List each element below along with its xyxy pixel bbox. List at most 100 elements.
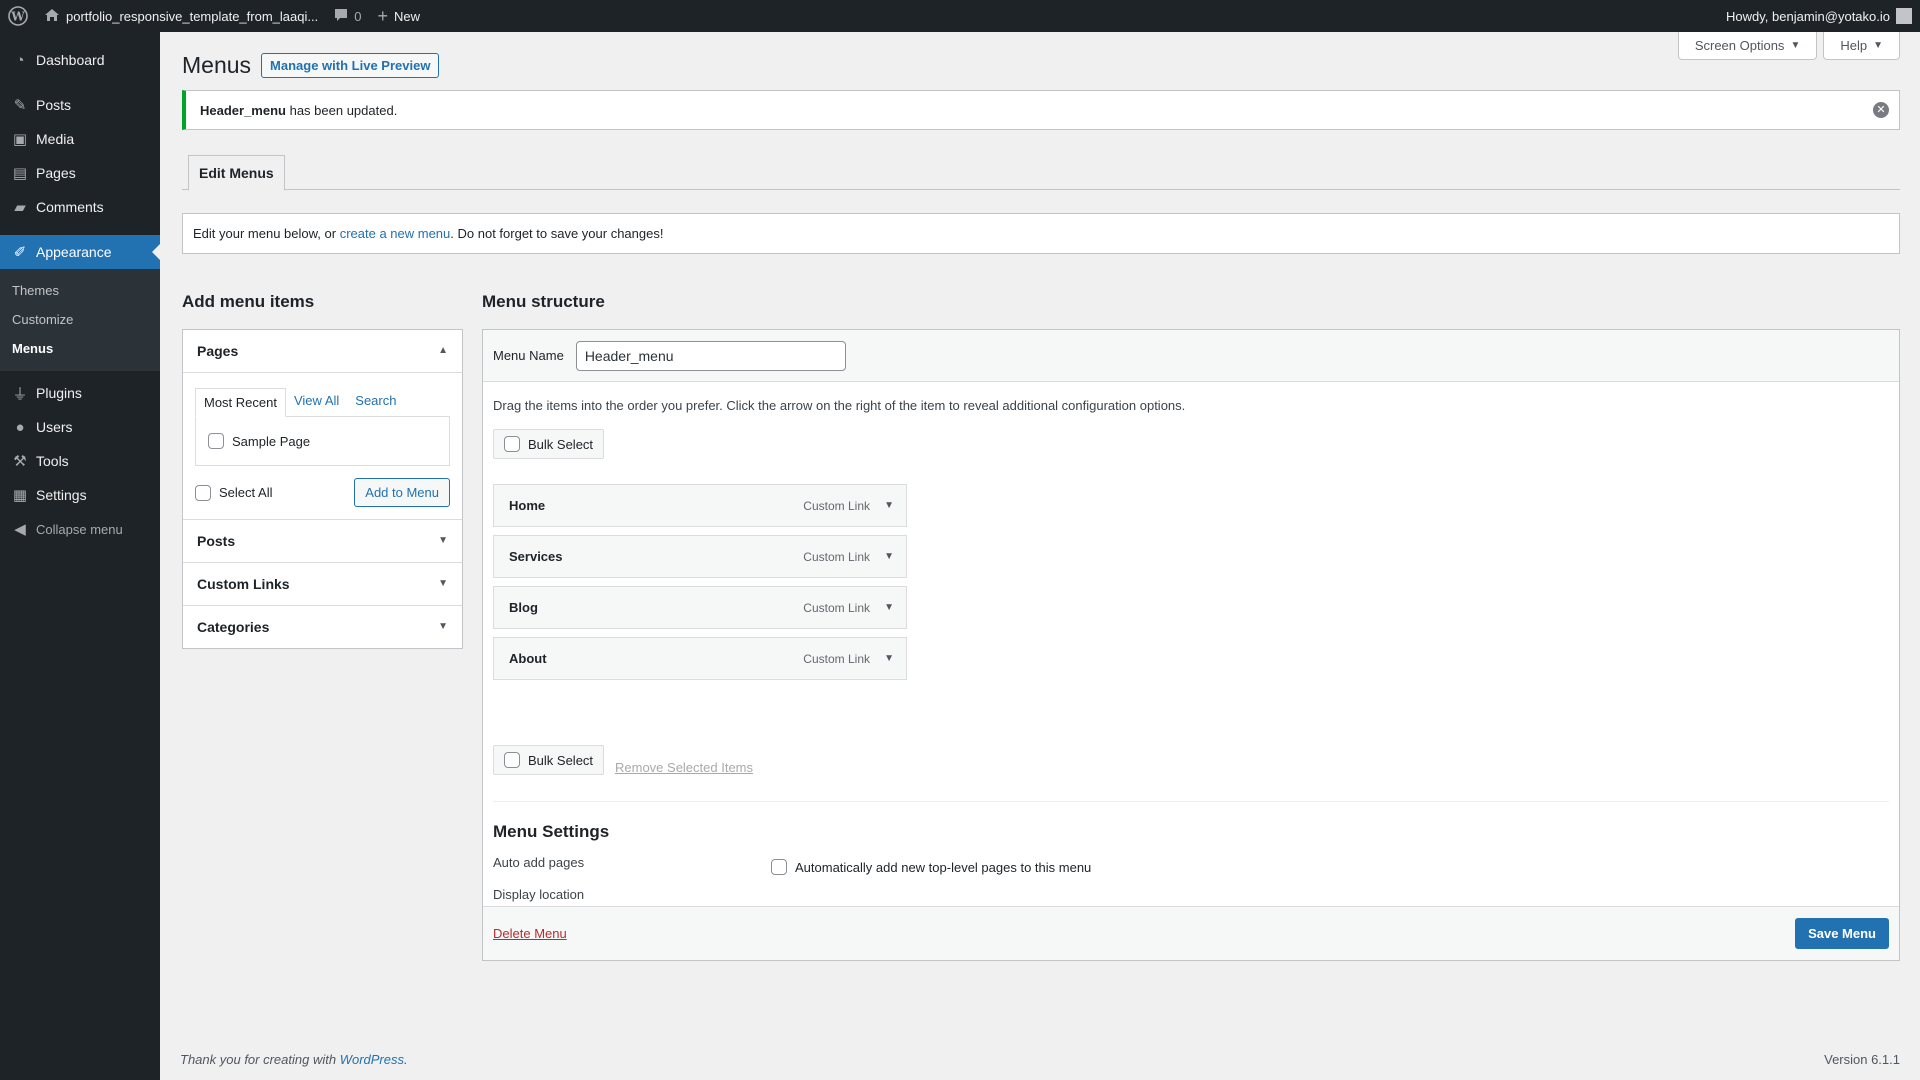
menu-item-about[interactable]: About Custom Link ▼ xyxy=(493,637,907,680)
menu-settings-title: Menu Settings xyxy=(493,822,610,841)
drag-instructions: Drag the items into the order you prefer… xyxy=(493,398,1186,413)
submenu-item-menus[interactable]: Menus xyxy=(0,334,160,363)
caret-down-icon: ▼ xyxy=(438,621,448,632)
remove-selected-items-link[interactable]: Remove Selected Items xyxy=(615,760,753,775)
select-all: Select All xyxy=(195,484,272,501)
sidebar-item-plugins[interactable]: ⏚ Plugins xyxy=(0,376,160,410)
custom-links-section-toggle[interactable]: Custom Links ▼ xyxy=(183,563,462,605)
comment-bubble-icon xyxy=(334,8,348,25)
admin-sidebar: ◔ Dashboard ✎ Posts ▣ Media ▤ Pages ▰ Co… xyxy=(0,32,160,1080)
caret-down-icon[interactable]: ▼ xyxy=(884,653,894,664)
sidebar-item-tools[interactable]: ⚒ Tools xyxy=(0,444,160,478)
settings-icon: ▦ xyxy=(12,487,28,504)
new-label: New xyxy=(393,8,420,24)
categories-section-toggle[interactable]: Categories ▼ xyxy=(183,606,462,648)
add-menu-items-heading: Add menu items xyxy=(182,292,315,311)
main-content: Screen Options ▼ Help ▼ Menus Manage wit… xyxy=(160,32,1920,1080)
comments-count: 0 xyxy=(354,8,362,24)
screen-options-button[interactable]: Screen Options ▼ xyxy=(1677,32,1818,60)
add-to-menu-button[interactable]: Add to Menu xyxy=(354,478,450,507)
caret-down-icon: ▼ xyxy=(1873,40,1883,51)
caret-down-icon[interactable]: ▼ xyxy=(884,500,894,511)
pages-section-toggle[interactable]: Pages ▲ xyxy=(183,330,462,372)
bulk-select-top[interactable]: Bulk Select xyxy=(493,429,605,459)
sidebar-item-pages[interactable]: ▤ Pages xyxy=(0,156,160,190)
site-name-link[interactable]: portfolio_responsive_template_from_laaqi… xyxy=(36,0,326,32)
menu-item-home[interactable]: Home Custom Link ▼ xyxy=(493,484,907,527)
page-icon: ▤ xyxy=(12,165,28,182)
home-icon xyxy=(44,8,60,25)
screen-meta-links: Screen Options ▼ Help ▼ xyxy=(1672,32,1900,60)
sidebar-item-posts[interactable]: ✎ Posts xyxy=(0,88,160,122)
footer-version: Version 6.1.1 xyxy=(1824,1052,1900,1067)
bulk-select-checkbox[interactable] xyxy=(504,752,520,768)
save-menu-button[interactable]: Save Menu xyxy=(1795,918,1889,949)
submenu-item-customize[interactable]: Customize xyxy=(0,305,160,334)
dismiss-icon[interactable]: ✕ xyxy=(1873,102,1889,118)
submenu-item-themes[interactable]: Themes xyxy=(0,276,160,305)
svg-text:W: W xyxy=(10,10,25,24)
bulk-select-checkbox[interactable] xyxy=(504,436,520,452)
pin-icon: ✎ xyxy=(13,97,27,114)
notice-text: has been updated. xyxy=(285,102,398,118)
menu-name-input[interactable]: Header_menu xyxy=(575,340,846,371)
caret-down-icon: ▼ xyxy=(438,578,448,589)
appearance-submenu: Themes Customize Menus xyxy=(0,269,160,371)
list-item: Sample Page xyxy=(208,433,310,449)
sidebar-item-comments[interactable]: ▰ Comments xyxy=(0,190,160,224)
sidebar-item-appearance[interactable]: ✐ Appearance xyxy=(0,235,160,269)
menu-footer: Delete Menu Save Menu xyxy=(483,906,1899,960)
sidebar-item-media[interactable]: ▣ Media xyxy=(0,122,160,156)
tab-search[interactable]: Search xyxy=(347,387,404,416)
live-preview-button[interactable]: Manage with Live Preview xyxy=(261,53,440,78)
pages-button-controls: Select All Add to Menu xyxy=(195,478,450,507)
success-notice: Header_menu has been updated. ✕ xyxy=(182,90,1900,130)
menu-item-type: Custom Link xyxy=(803,651,870,666)
user-icon: ● xyxy=(15,418,25,436)
new-content-link[interactable]: + New xyxy=(369,0,428,32)
wordpress-link[interactable]: WordPress xyxy=(340,1052,404,1067)
brush-icon: ✐ xyxy=(13,244,27,261)
posts-section: Posts ▼ xyxy=(183,520,462,563)
caret-down-icon[interactable]: ▼ xyxy=(884,602,894,613)
footer-thanks: Thank you for creating with WordPress. xyxy=(180,1052,408,1067)
pages-tabs-panel: Sample Page xyxy=(195,416,450,466)
site-name: portfolio_responsive_template_from_laaqi… xyxy=(66,8,319,24)
sidebar-item-settings[interactable]: ▦ Settings xyxy=(0,478,160,512)
menu-item-blog[interactable]: Blog Custom Link ▼ xyxy=(493,586,907,629)
comments-link[interactable]: 0 xyxy=(326,0,369,32)
help-button[interactable]: Help ▼ xyxy=(1823,32,1900,60)
auto-add-checkbox[interactable] xyxy=(771,859,787,875)
collapse-menu-button[interactable]: ◀ Collapse menu xyxy=(0,512,160,546)
notice-menu-name: Header_menu xyxy=(200,102,286,118)
sidebar-item-dashboard[interactable]: ◔ Dashboard xyxy=(0,43,160,77)
pages-tabs: Most Recent View All Search xyxy=(195,387,450,417)
menu-edit-panel: Menu Name Header_menu Drag the items int… xyxy=(482,329,1900,961)
select-all-checkbox[interactable] xyxy=(195,484,211,501)
manage-menus-bar: Edit your menu below, or create a new me… xyxy=(182,213,1900,254)
dashboard-icon: ◔ xyxy=(15,51,25,69)
caret-down-icon[interactable]: ▼ xyxy=(884,551,894,562)
media-icon: ▣ xyxy=(12,131,28,148)
comment-icon: ▰ xyxy=(14,199,26,216)
my-account[interactable]: Howdy, benjamin@yotako.io xyxy=(1726,0,1920,32)
tab-view-all[interactable]: View All xyxy=(286,387,347,416)
posts-section-toggle[interactable]: Posts ▼ xyxy=(183,520,462,562)
tab-edit-menus[interactable]: Edit Menus xyxy=(188,155,285,191)
sample-page-checkbox[interactable] xyxy=(208,433,224,449)
wordpress-logo-icon[interactable]: W xyxy=(0,0,36,32)
tab-most-recent[interactable]: Most Recent xyxy=(195,388,286,417)
add-menu-items-accordion: Pages ▲ Most Recent View All Search Samp… xyxy=(182,329,463,649)
menu-item-type: Custom Link xyxy=(803,498,870,513)
menu-structure-heading: Menu structure xyxy=(482,292,605,311)
sidebar-item-users[interactable]: ● Users xyxy=(0,410,160,444)
plug-icon: ⏚ xyxy=(12,385,28,403)
create-new-menu-link[interactable]: create a new menu xyxy=(340,226,451,241)
pages-section: Pages ▲ Most Recent View All Search Samp… xyxy=(183,330,462,520)
page-title: Menus xyxy=(182,52,252,78)
wrench-icon: ⚒ xyxy=(13,453,27,470)
divider xyxy=(493,801,1889,802)
bulk-select-bottom[interactable]: Bulk Select xyxy=(493,745,605,775)
delete-menu-link[interactable]: Delete Menu xyxy=(493,926,567,941)
menu-item-services[interactable]: Services Custom Link ▼ xyxy=(493,535,907,578)
